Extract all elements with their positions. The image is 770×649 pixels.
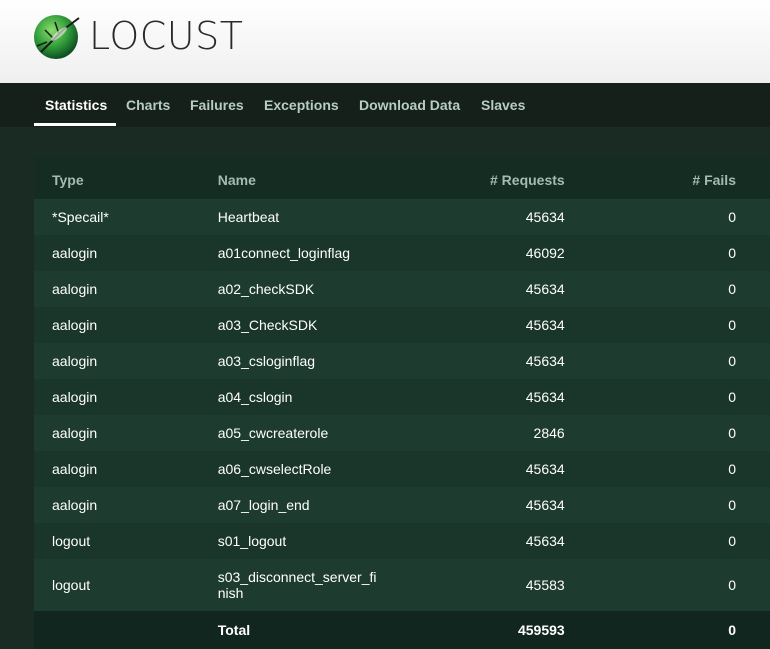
cell-requests: 45634 <box>415 343 565 379</box>
cell-name-text: a04_cslogin <box>217 389 293 405</box>
main-nav: Statistics Charts Failures Exceptions Do… <box>0 83 770 127</box>
statistics-table: Type Name # Requests # Fails *Specail* H… <box>34 157 770 649</box>
cell-name-text: a03_CheckSDK <box>217 317 318 333</box>
app-header: LOCUST <box>0 0 770 83</box>
table-row: aalogin a03_CheckSDK 45634 0 <box>34 307 770 343</box>
cell-name: a03_csloginflag <box>217 343 416 379</box>
cell-requests: 45634 <box>415 379 565 415</box>
cell-fails: 0 <box>564 487 770 523</box>
table-row: aalogin a02_checkSDK 45634 0 <box>34 271 770 307</box>
table-row: aalogin a03_csloginflag 45634 0 <box>34 343 770 379</box>
table-row: aalogin a07_login_end 45634 0 <box>34 487 770 523</box>
cell-type: logout <box>34 523 218 559</box>
cell-type: aalogin <box>34 343 218 379</box>
cell-requests: 45634 <box>415 523 565 559</box>
cell-name-text: a01connect_loginflag <box>217 245 351 261</box>
cell-name: a07_login_end <box>217 487 416 523</box>
tab-charts[interactable]: Charts <box>126 83 170 127</box>
tab-failures[interactable]: Failures <box>190 83 244 127</box>
cell-type-empty <box>34 611 218 649</box>
cell-name: Heartbeat <box>217 199 416 235</box>
cell-type: *Specail* <box>34 199 218 235</box>
total-fails: 0 <box>564 611 770 649</box>
cell-name-text: a05_cwcreaterole <box>217 425 329 441</box>
cell-type: aalogin <box>34 379 218 415</box>
cell-name: a05_cwcreaterole <box>217 415 416 451</box>
tab-statistics[interactable]: Statistics <box>45 83 107 127</box>
cell-type: aalogin <box>34 271 218 307</box>
cell-fails: 0 <box>564 307 770 343</box>
tab-slaves[interactable]: Slaves <box>481 83 525 127</box>
tab-download-data[interactable]: Download Data <box>359 83 460 127</box>
cell-name-text: s01_logout <box>217 533 287 549</box>
cell-name-text: s03_disconnect_server_finish <box>217 569 377 601</box>
cell-name: a02_checkSDK <box>217 271 416 307</box>
cell-type: aalogin <box>34 235 218 271</box>
cell-fails: 0 <box>564 199 770 235</box>
cell-fails: 0 <box>564 523 770 559</box>
cell-fails: 0 <box>564 559 770 611</box>
cell-name: s03_disconnect_server_finish <box>217 559 416 611</box>
cell-requests: 2846 <box>415 415 565 451</box>
table-row: *Specail* Heartbeat 45634 0 <box>34 199 770 235</box>
cell-name-text: Heartbeat <box>217 209 280 225</box>
cell-requests: 45583 <box>415 559 565 611</box>
column-header-name[interactable]: Name <box>217 157 416 199</box>
cell-fails: 0 <box>564 415 770 451</box>
table-row: aalogin a04_cslogin 45634 0 <box>34 379 770 415</box>
column-header-requests[interactable]: # Requests <box>415 157 565 199</box>
cell-name: a06_cwselectRole <box>217 451 416 487</box>
cell-requests: 45634 <box>415 451 565 487</box>
table-header-row: Type Name # Requests # Fails <box>34 157 770 199</box>
cell-fails: 0 <box>564 235 770 271</box>
cell-name: a01connect_loginflag <box>217 235 416 271</box>
tab-exceptions[interactable]: Exceptions <box>264 83 339 127</box>
cell-type: aalogin <box>34 451 218 487</box>
cell-fails: 0 <box>564 343 770 379</box>
brand-logo-text: LOCUST <box>89 14 244 58</box>
cell-name-text: a03_csloginflag <box>217 353 316 369</box>
table-row: aalogin a05_cwcreaterole 2846 0 <box>34 415 770 451</box>
table-row: logout s03_disconnect_server_finish 4558… <box>34 559 770 611</box>
cell-requests: 45634 <box>415 487 565 523</box>
locust-bug-logo-icon <box>34 15 80 59</box>
cell-name: a04_cslogin <box>217 379 416 415</box>
cell-type: aalogin <box>34 487 218 523</box>
cell-fails: 0 <box>564 271 770 307</box>
active-tab-indicator <box>34 123 116 126</box>
cell-fails: 0 <box>564 379 770 415</box>
cell-name-text: a06_cwselectRole <box>217 461 332 477</box>
cell-type: aalogin <box>34 307 218 343</box>
table-row: aalogin a06_cwselectRole 45634 0 <box>34 451 770 487</box>
cell-requests: 45634 <box>415 307 565 343</box>
cell-name-text: a02_checkSDK <box>217 281 315 297</box>
total-label: Total <box>217 611 416 649</box>
column-header-type[interactable]: Type <box>34 157 218 199</box>
statistics-panel: Type Name # Requests # Fails *Specail* H… <box>34 157 770 649</box>
cell-name-text: a07_login_end <box>217 497 310 513</box>
cell-type: logout <box>34 559 218 611</box>
cell-requests: 45634 <box>415 271 565 307</box>
total-requests: 459593 <box>415 611 565 649</box>
cell-name: s01_logout <box>217 523 416 559</box>
column-header-fails[interactable]: # Fails <box>564 157 770 199</box>
cell-requests: 46092 <box>415 235 565 271</box>
table-row: logout s01_logout 45634 0 <box>34 523 770 559</box>
cell-name: a03_CheckSDK <box>217 307 416 343</box>
table-row: aalogin a01connect_loginflag 46092 0 <box>34 235 770 271</box>
cell-type: aalogin <box>34 415 218 451</box>
cell-requests: 45634 <box>415 199 565 235</box>
total-row: Total 459593 0 <box>34 611 770 649</box>
cell-fails: 0 <box>564 451 770 487</box>
